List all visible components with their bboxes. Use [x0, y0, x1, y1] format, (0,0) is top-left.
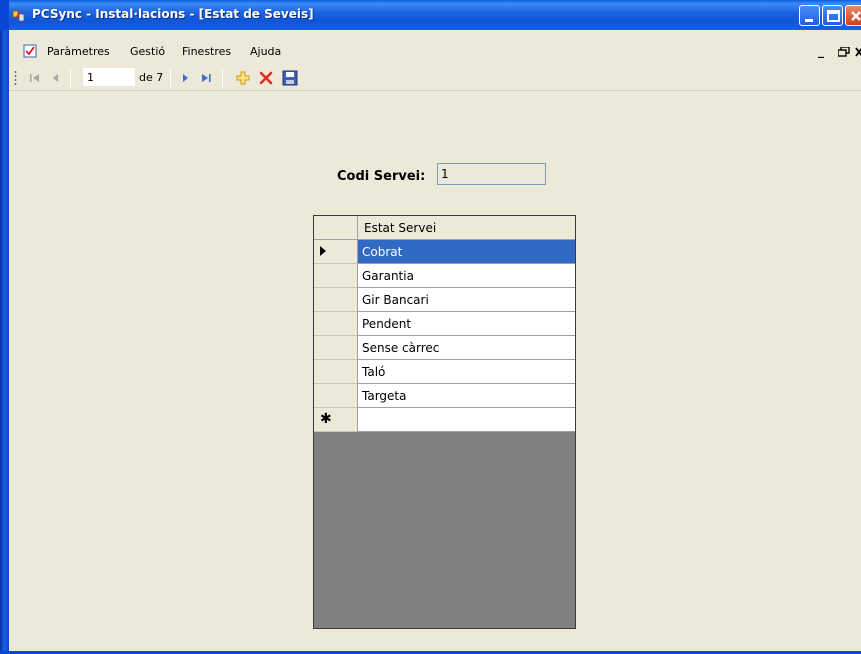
main-window: PCSync - Instal·lacions - [Estat de Seve… — [0, 0, 861, 654]
mdi-restore-icon[interactable] — [838, 47, 850, 57]
table-row[interactable]: Cobrat — [314, 240, 575, 264]
toolbar-separator — [222, 69, 223, 87]
move-previous-icon[interactable] — [48, 70, 64, 86]
position-input[interactable] — [83, 68, 135, 86]
grid-cell[interactable]: Gir Bancari — [358, 288, 575, 312]
window-frame-left-inner — [0, 30, 9, 654]
menu-ajuda[interactable]: Ajuda — [250, 45, 281, 58]
current-row-icon — [320, 246, 326, 256]
toolbar-separator — [70, 69, 71, 87]
estat-servei-grid[interactable]: Estat Servei Cobrat Garantia Gir Bancari… — [313, 215, 576, 629]
new-row[interactable]: ✱ — [314, 408, 575, 432]
save-icon[interactable] — [282, 70, 298, 86]
new-row-icon: ✱ — [320, 411, 332, 427]
delete-icon[interactable] — [258, 70, 274, 86]
toolbar-grip[interactable] — [14, 70, 17, 86]
table-row[interactable]: Sense càrrec — [314, 336, 575, 360]
row-header[interactable] — [314, 264, 358, 288]
grid-cell[interactable]: Garantia — [358, 264, 575, 288]
menu-parametres[interactable]: Paràmetres — [47, 45, 110, 58]
row-header[interactable] — [314, 336, 358, 360]
mdi-minimize-button[interactable]: _ — [818, 44, 824, 58]
row-header[interactable] — [314, 312, 358, 336]
menu-finestres[interactable]: Finestres — [182, 45, 231, 58]
move-first-icon[interactable] — [27, 70, 43, 86]
toolbar-separator — [170, 69, 171, 87]
app-icon — [12, 10, 25, 22]
move-next-icon[interactable] — [178, 70, 194, 86]
minimize-button[interactable] — [799, 5, 820, 26]
menubar-spacer — [9, 30, 861, 40]
row-header[interactable] — [314, 240, 358, 264]
grid-corner-header[interactable] — [314, 216, 358, 240]
title-bar[interactable]: PCSync - Instal·lacions - [Estat de Seve… — [0, 0, 861, 30]
grid-cell[interactable]: Cobrat — [358, 240, 575, 264]
maximize-icon — [827, 10, 840, 22]
move-last-icon[interactable] — [198, 70, 214, 86]
grid-cell[interactable]: Targeta — [358, 384, 575, 408]
mdi-close-icon[interactable] — [855, 47, 861, 57]
close-icon — [851, 11, 861, 21]
grid-cell[interactable]: Sense càrrec — [358, 336, 575, 360]
minimize-icon — [805, 19, 813, 22]
menu-gestio[interactable]: Gestió — [130, 45, 165, 58]
count-label: de 7 — [139, 71, 164, 84]
grid-cell-new[interactable] — [358, 408, 575, 432]
table-row[interactable]: Targeta — [314, 384, 575, 408]
close-button[interactable] — [845, 5, 861, 26]
table-row[interactable]: Gir Bancari — [314, 288, 575, 312]
grid-header: Estat Servei — [314, 216, 575, 240]
column-header-estat-servei[interactable]: Estat Servei — [358, 216, 575, 240]
table-row[interactable]: Pendent — [314, 312, 575, 336]
grid-cell[interactable]: Taló — [358, 360, 575, 384]
binding-navigator — [9, 64, 861, 91]
row-header[interactable] — [314, 288, 358, 312]
document-icon[interactable] — [23, 44, 37, 58]
grid-cell[interactable]: Pendent — [358, 312, 575, 336]
row-header[interactable]: ✱ — [314, 408, 358, 432]
row-header[interactable] — [314, 384, 358, 408]
maximize-button[interactable] — [822, 5, 843, 26]
codi-servei-label: Codi Servei: — [337, 169, 426, 184]
add-new-icon[interactable] — [235, 70, 251, 86]
table-row[interactable]: Taló — [314, 360, 575, 384]
table-row[interactable]: Garantia — [314, 264, 575, 288]
window-title: PCSync - Instal·lacions - [Estat de Seve… — [32, 7, 314, 21]
row-header[interactable] — [314, 360, 358, 384]
codi-servei-field[interactable]: 1 — [437, 163, 546, 185]
